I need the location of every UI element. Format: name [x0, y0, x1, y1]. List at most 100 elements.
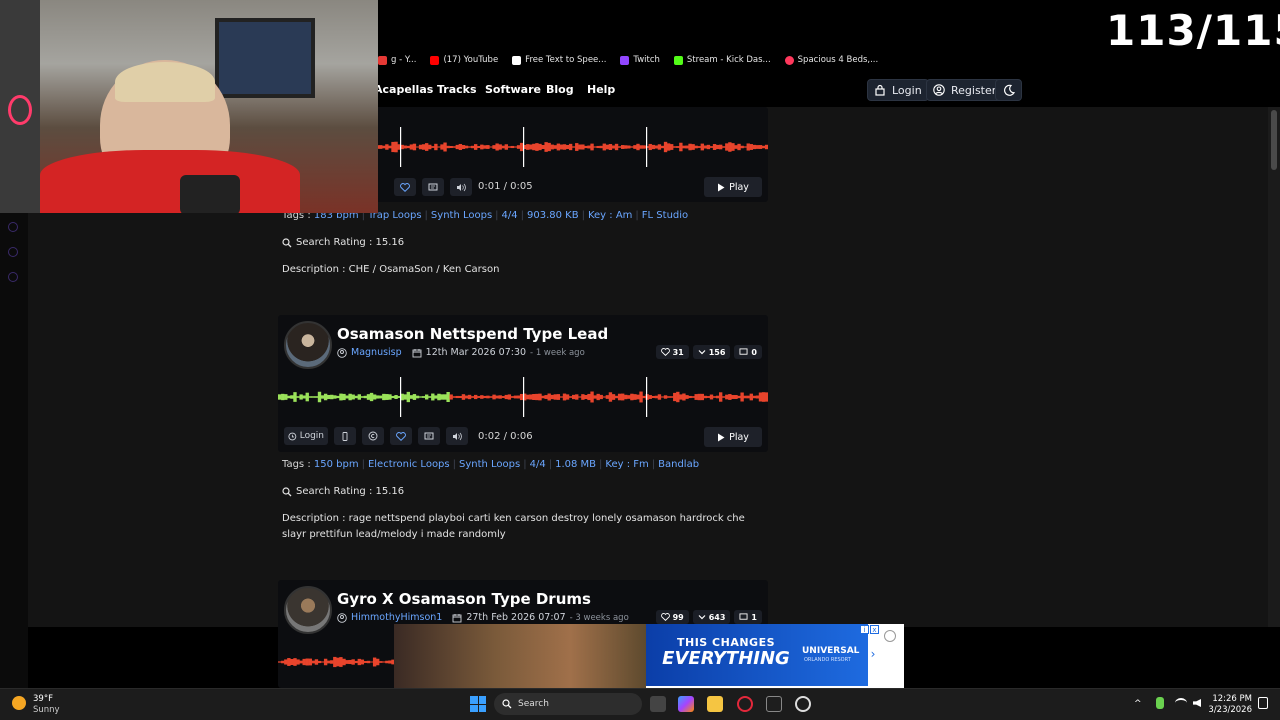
- waveform-bar: [630, 146, 634, 148]
- favorite-button[interactable]: [394, 178, 416, 196]
- file-explorer-icon[interactable]: [707, 696, 723, 712]
- tag-link[interactable]: 903.80 KB: [527, 210, 579, 221]
- weather-temp[interactable]: 39°F: [33, 694, 53, 704]
- tag-link[interactable]: Key : Am: [588, 210, 632, 221]
- waveform-bar: [715, 395, 720, 399]
- ad-dismiss-button[interactable]: [884, 630, 896, 642]
- register-button[interactable]: Register: [926, 79, 1004, 101]
- app-icon[interactable]: [795, 696, 811, 712]
- tag-link[interactable]: Key : Fm: [605, 459, 648, 470]
- mobile-button[interactable]: [334, 427, 356, 445]
- tag-link[interactable]: Synth Loops: [459, 459, 520, 470]
- waveform-bar: [654, 145, 659, 149]
- bookmark-item[interactable]: (17) YouTube: [430, 55, 498, 65]
- waveform-bar: [673, 392, 677, 402]
- waveform-bar: [621, 145, 625, 149]
- ad-info-icon[interactable]: i: [860, 625, 869, 634]
- waveform-bar: [339, 393, 343, 401]
- waveform-bar: [376, 658, 380, 666]
- dock-icon[interactable]: [8, 222, 18, 232]
- waveform-bar: [663, 141, 668, 153]
- opera-gx-icon[interactable]: [737, 696, 753, 712]
- waveform[interactable]: [278, 377, 768, 417]
- waveform-bar: [673, 146, 677, 148]
- scrollbar-thumb[interactable]: [1271, 110, 1277, 170]
- comment-button[interactable]: [418, 427, 440, 445]
- windows-start-icon[interactable]: [470, 696, 486, 712]
- track-title[interactable]: Osamason Nettspend Type Lead: [337, 325, 608, 343]
- nav-help[interactable]: Help: [587, 83, 615, 96]
- tag-link[interactable]: 1.08 MB: [555, 459, 596, 470]
- login-to-download-button[interactable]: Login: [284, 427, 328, 445]
- weather-desc[interactable]: Sunny: [33, 705, 60, 715]
- task-view-icon[interactable]: [650, 696, 666, 712]
- waveform-bar: [501, 145, 505, 149]
- nav-acapellas[interactable]: Acapellas: [374, 83, 433, 96]
- notification-icon[interactable]: [1258, 697, 1268, 709]
- bookmark-item[interactable]: Stream - Kick Das...: [673, 55, 771, 65]
- dock-icon[interactable]: [8, 247, 18, 257]
- chevron-up-icon[interactable]: ^: [1134, 699, 1142, 709]
- waveform-bar: [630, 393, 634, 401]
- bookmark-item[interactable]: Free Text to Spee...: [512, 55, 606, 65]
- bookmark-item[interactable]: Twitch: [620, 55, 660, 65]
- waveform-bar: [538, 143, 542, 151]
- waveform-bar: [599, 145, 603, 149]
- microphone-icon[interactable]: [1156, 697, 1164, 709]
- tag-link[interactable]: FL Studio: [642, 210, 688, 221]
- play-button[interactable]: Play: [704, 427, 762, 447]
- webcam-overlay: [0, 0, 378, 213]
- track-author[interactable]: HimmothyHimson1: [351, 612, 442, 623]
- tag-separator: |: [651, 459, 656, 470]
- taskbar-search[interactable]: Search: [494, 693, 642, 715]
- track-stats: 31 156 0: [655, 345, 762, 359]
- tag-link[interactable]: 4/4: [530, 459, 546, 470]
- tag-link[interactable]: Synth Loops: [431, 210, 492, 221]
- tag-link[interactable]: Electronic Loops: [368, 459, 450, 470]
- kick-icon: [673, 55, 683, 65]
- nav-software[interactable]: Software: [485, 83, 541, 96]
- nav-blog[interactable]: Blog: [546, 83, 574, 96]
- avatar[interactable]: [284, 321, 332, 369]
- waveform-bar: [602, 143, 606, 151]
- comment-icon: [424, 432, 434, 439]
- moon-icon: [1004, 84, 1015, 96]
- volume-button[interactable]: [446, 427, 468, 445]
- tag-link[interactable]: Bandlab: [658, 459, 699, 470]
- ad-close-icon[interactable]: x: [870, 625, 879, 634]
- bookmark-favicon-icon: [378, 55, 387, 65]
- microsoft-store-icon[interactable]: [766, 696, 782, 712]
- nav-tracks[interactable]: Tracks: [437, 83, 477, 96]
- waveform-bar: [446, 391, 450, 403]
- dock-icon[interactable]: [8, 272, 18, 282]
- waveform-bar: [526, 394, 530, 400]
- tag-link[interactable]: 150 bpm: [314, 459, 359, 470]
- wifi-icon[interactable]: [1175, 698, 1187, 708]
- bookmark-item[interactable]: g - Y...: [378, 55, 416, 65]
- waveform-bar: [709, 394, 714, 400]
- login-button[interactable]: Login: [867, 79, 929, 101]
- page-scrollbar[interactable]: [1268, 107, 1280, 627]
- waveform-bar: [360, 659, 365, 665]
- copilot-icon[interactable]: [678, 696, 694, 712]
- copyright-button[interactable]: [362, 427, 384, 445]
- tag-separator: |: [495, 210, 499, 221]
- ad-banner[interactable]: THIS CHANGES EVERYTHING UNIVERSAL ORLAND…: [394, 624, 904, 688]
- play-button[interactable]: Play: [704, 177, 762, 197]
- waveform-bar: [431, 146, 435, 148]
- clock-date[interactable]: 3/23/2026: [1208, 705, 1252, 715]
- track-title[interactable]: Gyro X Osamason Type Drums: [337, 590, 591, 608]
- ad-next-icon[interactable]: ›: [868, 642, 878, 666]
- avatar[interactable]: [284, 586, 332, 634]
- comment-icon: [428, 183, 438, 190]
- favorite-button[interactable]: [390, 427, 412, 445]
- track-author[interactable]: Magnusisp: [351, 347, 402, 358]
- dark-mode-toggle[interactable]: [995, 79, 1022, 101]
- waveform-bar: [725, 394, 729, 400]
- tag-link[interactable]: 4/4: [502, 210, 518, 221]
- waveform-bar: [752, 144, 757, 150]
- comment-button[interactable]: [422, 178, 444, 196]
- bookmark-item[interactable]: Spacious 4 Beds,...: [784, 55, 878, 65]
- clock-time[interactable]: 12:26 PM: [1212, 694, 1252, 704]
- volume-button[interactable]: [450, 178, 472, 196]
